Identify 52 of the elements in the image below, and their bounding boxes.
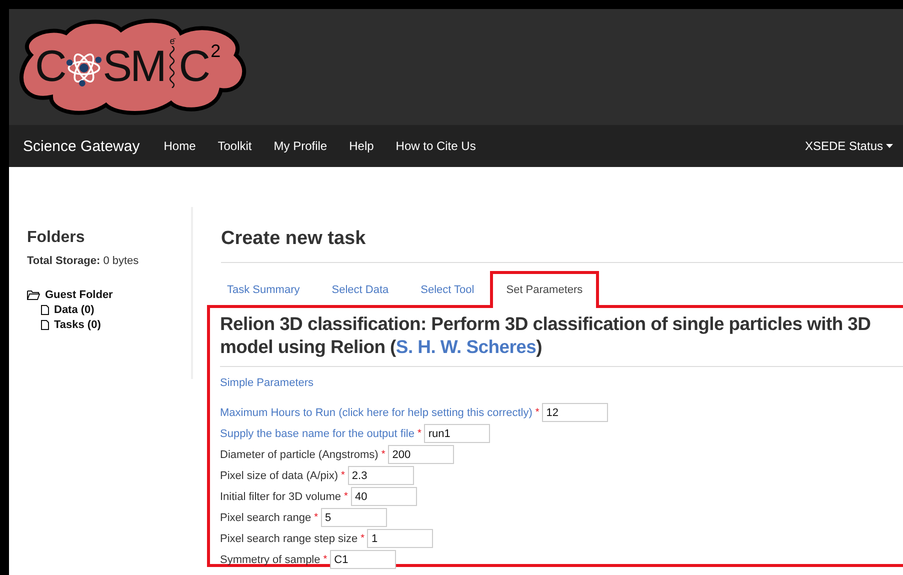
caret-icon xyxy=(886,144,893,148)
parameter-label: Diameter of particle (Angstroms) xyxy=(220,448,378,460)
input-field[interactable]: 2.3 xyxy=(348,466,414,485)
storage-info: Total Storage: 0 bytes xyxy=(27,255,140,267)
input-field[interactable]: C1 xyxy=(330,550,396,569)
tool-heading: Relion 3D classification: Perform 3D classification of single particles with 3D model using Relion (S. H. W. Scheres) xyxy=(220,312,903,367)
folder-icon xyxy=(27,290,40,300)
parameter-label: Pixel search range step size xyxy=(220,532,358,544)
nav-link[interactable]: How to Cite Us xyxy=(396,139,476,153)
parameter-label: Pixel search range xyxy=(220,512,312,524)
parameter-link[interactable]: Maximum Hours to Run (click here for help setting this correctly) xyxy=(220,406,532,418)
required-mark: * xyxy=(314,512,318,523)
logo-text: C xyxy=(35,42,65,92)
nav-link[interactable]: Home xyxy=(164,139,196,153)
required-mark: * xyxy=(381,449,386,460)
folder-link[interactable]: Guest Folder xyxy=(45,288,113,300)
parameter-label: Initial filter for 3D volume xyxy=(220,490,342,502)
required-mark: * xyxy=(341,470,345,481)
nav-link[interactable]: Help xyxy=(349,139,374,153)
parameter-label: Symmetry of sample xyxy=(220,554,320,566)
required-mark: * xyxy=(417,428,422,439)
tab[interactable]: Task Summary xyxy=(211,271,316,305)
sidebar-title: Folders xyxy=(27,229,86,247)
folder-link[interactable]: Tasks (0) xyxy=(54,318,101,330)
required-mark: * xyxy=(535,407,540,418)
nav-link[interactable]: Toolkit xyxy=(218,139,252,153)
input-field[interactable]: 40 xyxy=(350,487,417,506)
required-mark: * xyxy=(323,554,328,565)
parameter-label: Pixel size of data (A/pix) xyxy=(220,470,338,482)
input-field[interactable]: 12 xyxy=(542,403,608,422)
required-mark: * xyxy=(360,533,364,544)
parameter-link[interactable]: Supply the base name for the output file xyxy=(220,428,414,440)
brand-link[interactable]: Science Gateway xyxy=(23,138,140,154)
input-field[interactable]: run1 xyxy=(424,424,490,443)
wave-icon xyxy=(168,46,176,88)
folder-link[interactable]: Data (0) xyxy=(54,304,94,316)
status-menu[interactable]: XSEDE Status xyxy=(804,139,893,153)
author-link[interactable]: S. H. W. Scheres xyxy=(396,336,536,357)
tab[interactable]: Select Data xyxy=(316,271,405,305)
logo-text: SM xyxy=(102,42,165,92)
page-title: Create new task xyxy=(221,228,903,263)
logo-superscript: 2 xyxy=(210,42,219,60)
input-field[interactable]: 5 xyxy=(321,508,388,527)
tab[interactable]: Select Tool xyxy=(404,271,490,305)
section-link[interactable]: Simple Parameters xyxy=(220,377,314,389)
logo-text: C xyxy=(178,42,209,92)
electron-label: e⁻ xyxy=(170,36,174,46)
input-field[interactable]: 1 xyxy=(367,529,434,548)
required-mark: * xyxy=(344,491,348,502)
input-field[interactable]: 200 xyxy=(388,445,454,464)
nav-link[interactable]: My Profile xyxy=(274,139,328,153)
tab[interactable]: Set Parameters xyxy=(490,271,599,308)
